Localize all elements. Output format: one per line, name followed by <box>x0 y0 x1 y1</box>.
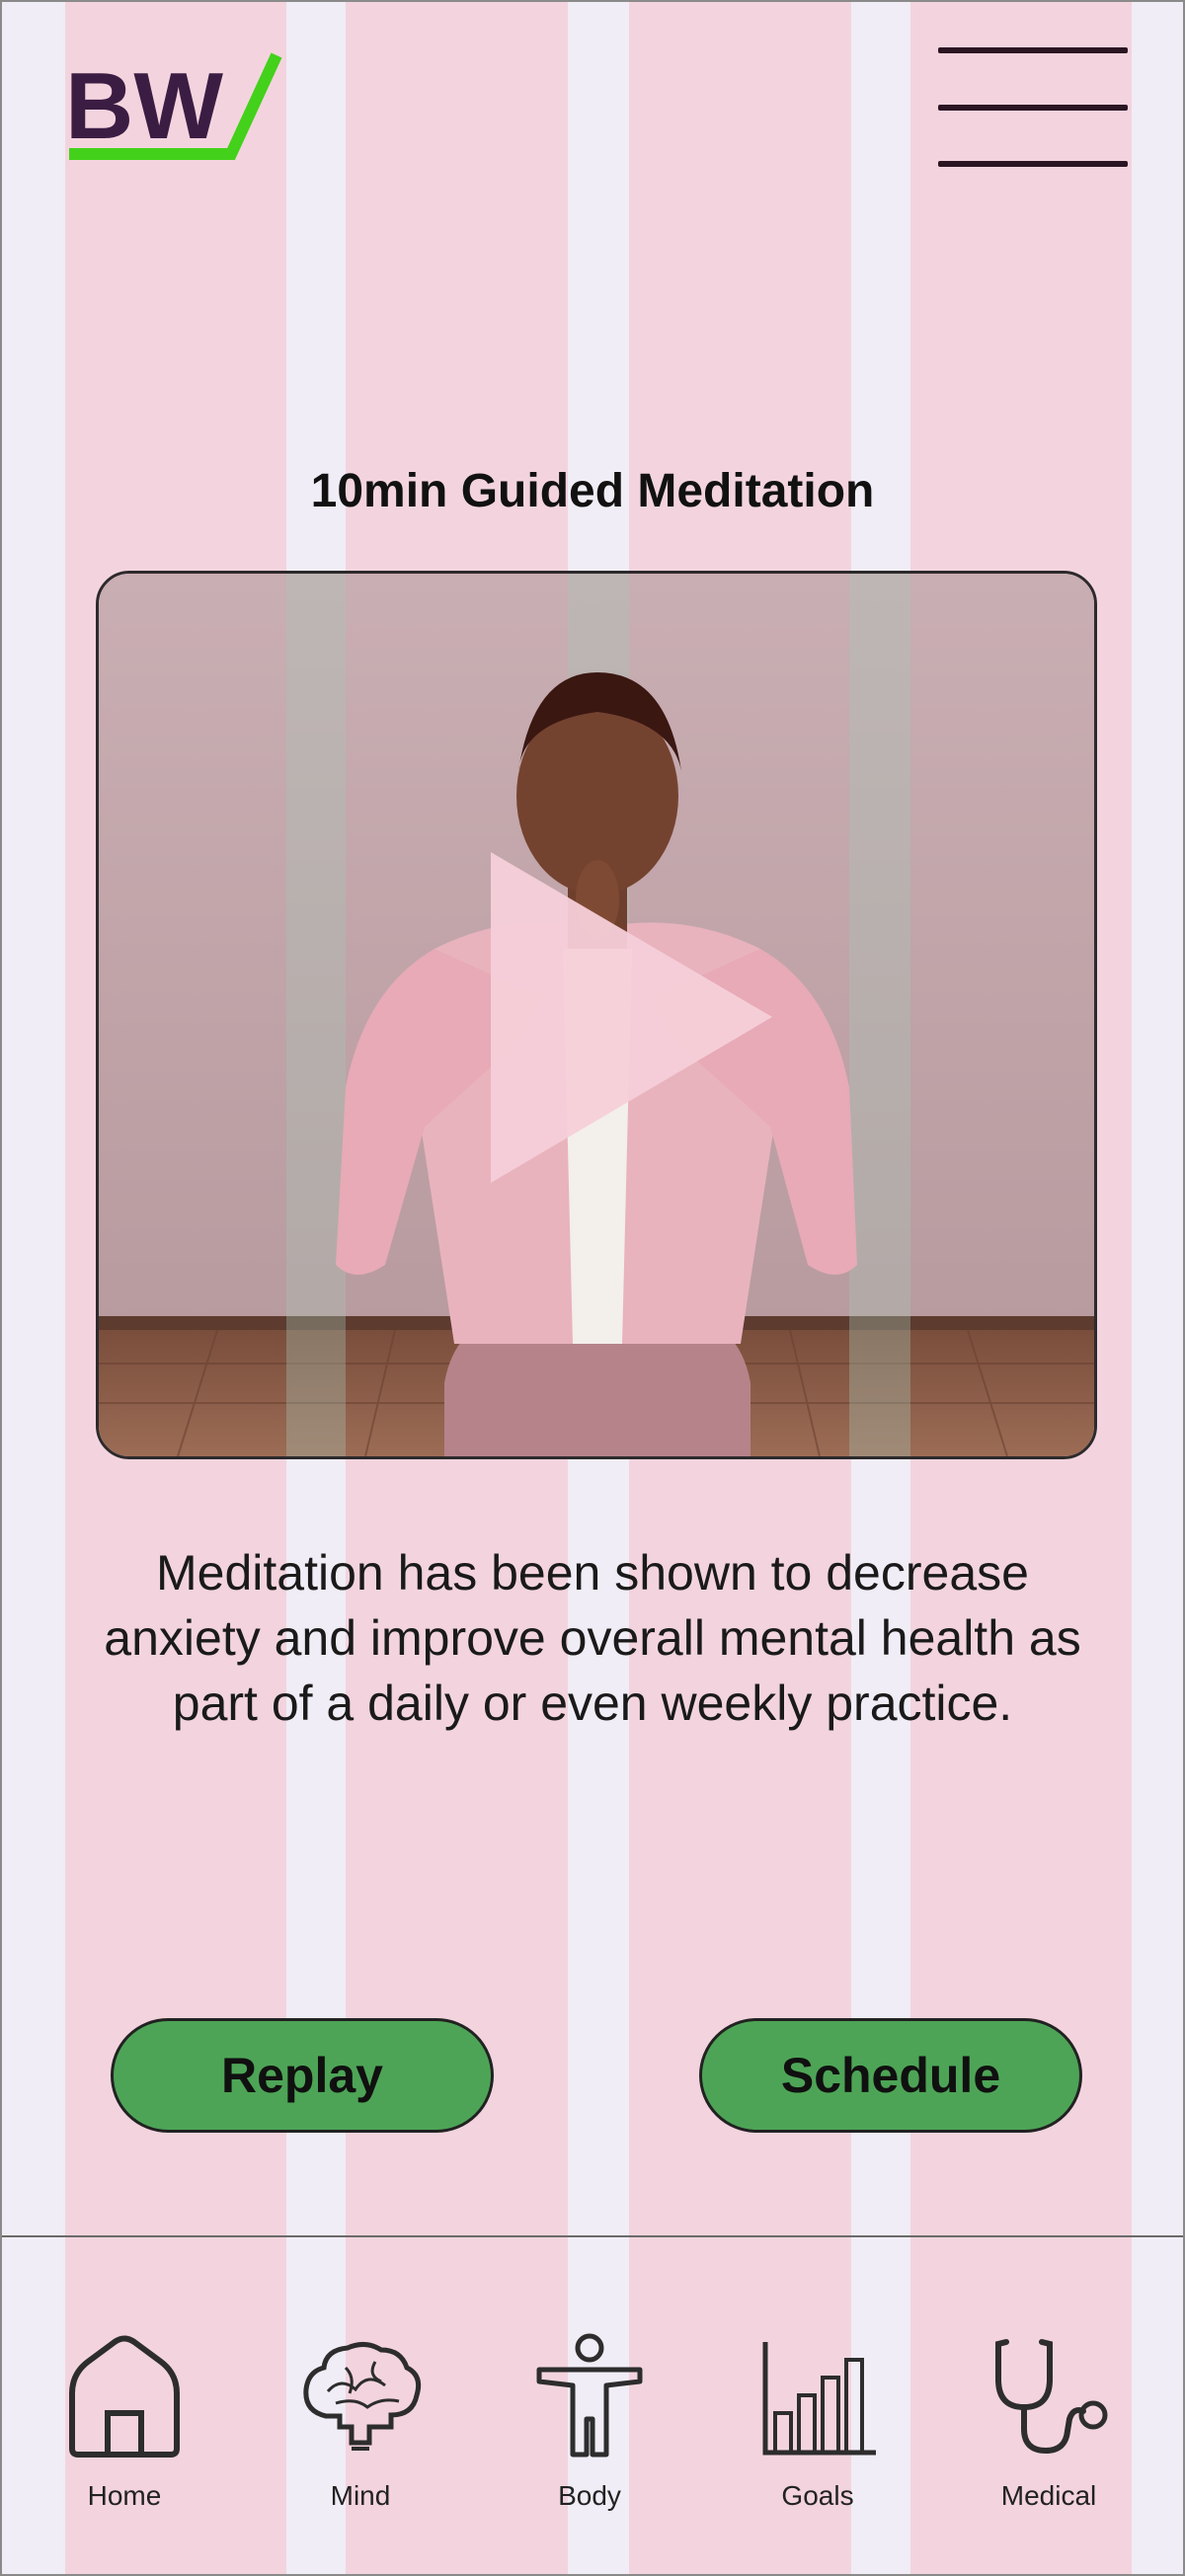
page-title: 10min Guided Meditation <box>310 465 875 517</box>
nav-item-medical[interactable]: Medical <box>950 2332 1147 2530</box>
nav-label-mind: Mind <box>330 2480 391 2511</box>
home-icon <box>69 2335 180 2458</box>
nav-label-body: Body <box>558 2480 621 2511</box>
bottom-nav: Home Mind Body Goals Medical <box>0 2237 1185 2576</box>
description-text: Meditation has been shown to decrease an… <box>104 1545 1081 1731</box>
video-player[interactable] <box>96 571 1097 1459</box>
nav-item-mind[interactable]: Mind <box>262 2332 459 2530</box>
schedule-button[interactable]: Schedule <box>699 2018 1082 2133</box>
nav-label-home: Home <box>87 2480 162 2511</box>
nav-item-home[interactable]: Home <box>26 2332 223 2530</box>
stethoscope-icon <box>995 2339 1108 2455</box>
hamburger-menu-icon[interactable] <box>938 47 1128 170</box>
nav-label-medical: Medical <box>1000 2480 1097 2511</box>
nav-item-body[interactable]: Body <box>491 2332 688 2530</box>
replay-button[interactable]: Replay <box>111 2018 494 2133</box>
nav-label-goals: Goals <box>781 2480 854 2511</box>
brain-icon <box>303 2342 422 2451</box>
nav-item-goals[interactable]: Goals <box>719 2332 916 2530</box>
bar-chart-icon <box>762 2342 876 2456</box>
person-icon <box>536 2333 643 2458</box>
svg-text:BW: BW <box>65 53 223 159</box>
brand-logo[interactable]: BW <box>65 51 282 165</box>
